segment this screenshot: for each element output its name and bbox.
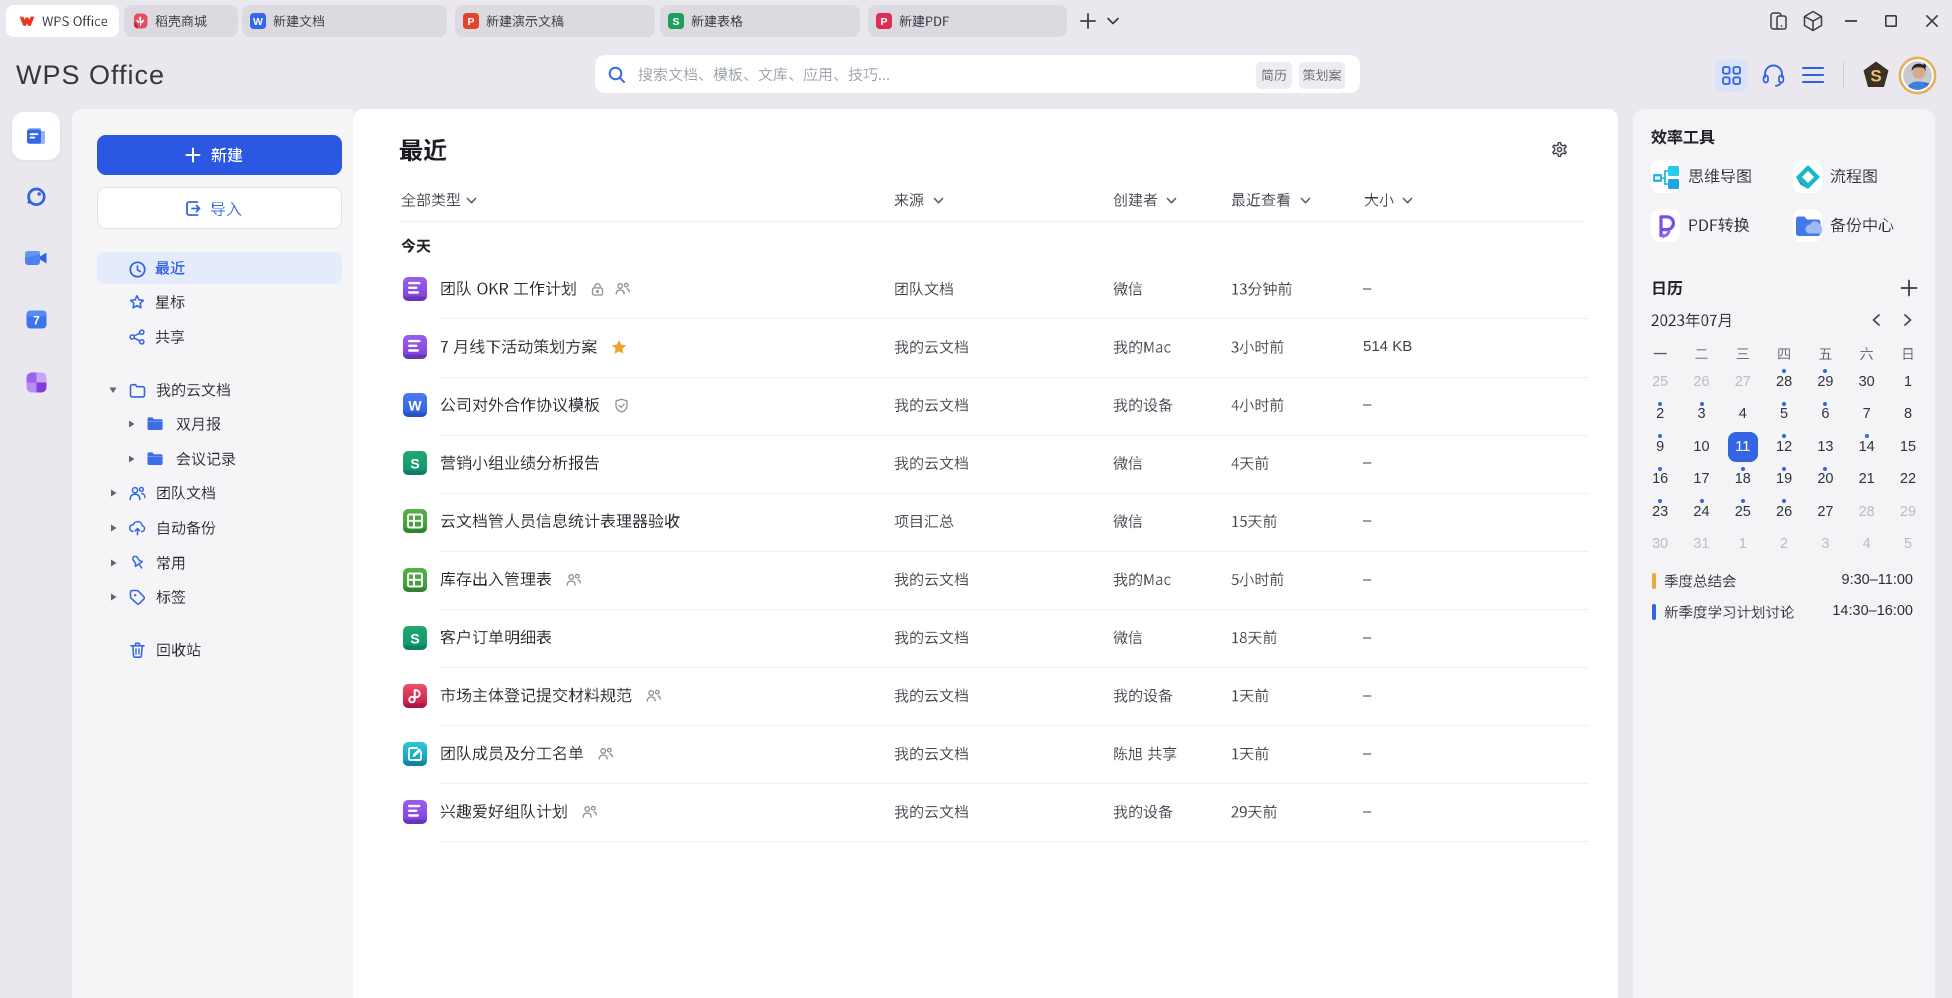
svg-text:P: P (467, 16, 474, 28)
svg-text:S: S (410, 630, 419, 646)
svg-text:S: S (1870, 67, 1881, 86)
svg-text:W: W (408, 398, 422, 414)
svg-text:P: P (880, 16, 887, 28)
svg-text:7: 7 (33, 314, 40, 328)
svg-text:S: S (672, 16, 679, 28)
svg-text:W: W (253, 16, 263, 28)
svg-text:S: S (410, 456, 419, 472)
